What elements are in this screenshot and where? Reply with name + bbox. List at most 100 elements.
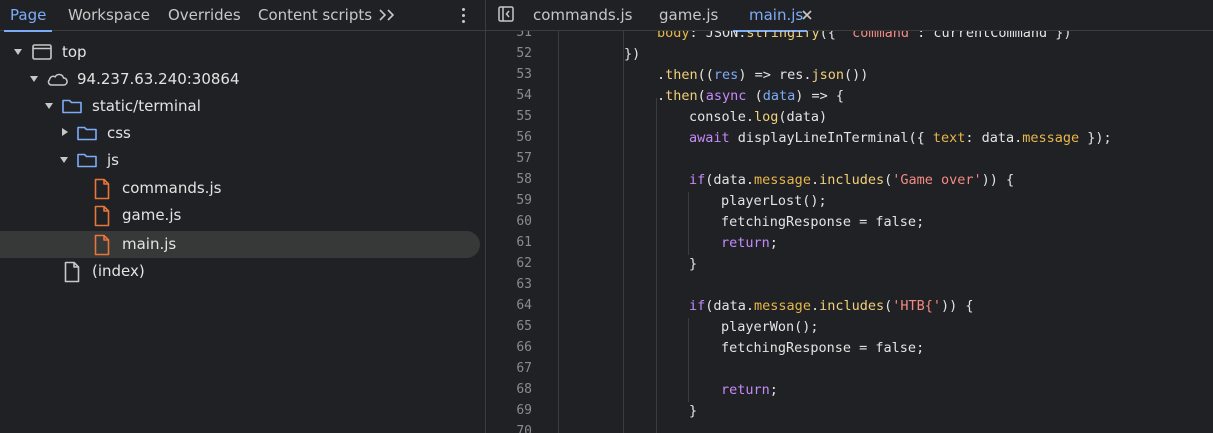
code-token: res: [713, 67, 739, 83]
line-number[interactable]: 62: [486, 256, 532, 271]
line-number[interactable]: 69: [486, 403, 532, 418]
code-token: includes: [819, 172, 885, 188]
editor-tab-commands-js[interactable]: commands.js: [533, 0, 632, 31]
tab-overrides[interactable]: Overrides: [168, 0, 241, 31]
code-token: fetchingResponse = false;: [721, 214, 925, 230]
code-token: });: [1079, 130, 1112, 146]
line-number[interactable]: 51: [486, 31, 532, 40]
code-token: : currentCommand }): [917, 31, 1072, 41]
line-number[interactable]: 64: [486, 298, 532, 313]
line-number[interactable]: 54: [486, 88, 532, 103]
tree-item-game-js[interactable]: game.js: [0, 202, 480, 229]
line-number[interactable]: 66: [486, 340, 532, 355]
source-editor-pane: commands.js game.js main.js 51 body: JSON…: [486, 0, 1213, 433]
collapse-arrow-icon[interactable]: [62, 128, 68, 136]
code-token: async: [705, 88, 747, 104]
code-token: includes: [819, 298, 885, 314]
code-token: : data.: [965, 130, 1023, 146]
code-token: (data.: [705, 298, 755, 314]
tree-item-main-js[interactable]: main.js: [0, 231, 480, 258]
tree-item-index[interactable]: (index): [0, 258, 480, 285]
code-token: }: [689, 403, 698, 419]
more-options-icon[interactable]: [455, 3, 473, 27]
code-line: fetchingResponse = false;: [721, 214, 924, 230]
code-line: if(data.message.includes('HTB{')) {: [689, 298, 974, 314]
code-editor[interactable]: 51 body: JSON.stringify({ 'command': curr…: [486, 31, 1213, 433]
code-token: text: [932, 130, 966, 146]
tree-item-label: css: [107, 124, 131, 142]
line-number[interactable]: 56: [486, 130, 532, 145]
code-token: (data): [778, 109, 828, 125]
tree-item-label: commands.js: [122, 179, 222, 197]
code-line: .then((res) => res.json()): [657, 67, 868, 83]
code-token: .: [657, 67, 666, 83]
code-line: await displayLineInTerminal({ text: data…: [689, 130, 1112, 146]
line-number[interactable]: 65: [486, 319, 532, 334]
code-token: .: [810, 172, 820, 188]
editor-tab-main-js[interactable]: main.js: [732, 0, 808, 32]
tab-page[interactable]: Page: [3, 0, 53, 32]
tab-content-scripts[interactable]: Content scripts: [258, 0, 372, 31]
line-number[interactable]: 53: [486, 67, 532, 82]
expand-arrow-icon[interactable]: [30, 76, 38, 82]
code-line: return;: [721, 235, 778, 251]
tree-item-css[interactable]: css: [0, 120, 480, 147]
code-token: body: [657, 31, 690, 41]
code-token: ({: [819, 31, 844, 41]
code-token: 'Game over': [892, 172, 982, 188]
expand-arrow-icon[interactable]: [45, 103, 53, 109]
code-token: if: [689, 172, 706, 188]
tree-item-top[interactable]: top: [0, 39, 480, 66]
expand-arrow-icon[interactable]: [14, 49, 22, 55]
indent-guide: [688, 318, 689, 402]
line-number[interactable]: 55: [486, 109, 532, 124]
code-token: return: [721, 382, 770, 398]
code-line: fetchingResponse = false;: [721, 340, 924, 356]
line-number[interactable]: 61: [486, 235, 532, 250]
code-token: message: [754, 172, 811, 188]
code-token: ;: [769, 382, 778, 398]
code-token: ()): [843, 67, 869, 83]
line-number[interactable]: 52: [486, 46, 532, 61]
line-number[interactable]: 58: [486, 172, 532, 187]
line-number[interactable]: 67: [486, 361, 532, 376]
tree-item-label: main.js: [122, 235, 177, 253]
code-token: )) {: [981, 172, 1015, 188]
toggle-navigator-icon[interactable]: [498, 6, 514, 22]
code-token: : JSON.: [689, 31, 747, 41]
tree-item-domain[interactable]: 94.237.63.240:30864: [0, 66, 480, 93]
tree-item-label: game.js: [122, 206, 182, 224]
line-number[interactable]: 63: [486, 277, 532, 292]
code-token: 'HTB{': [892, 298, 942, 314]
code-token: displayLineInTerminal({: [729, 130, 933, 146]
indent-guide: [688, 192, 689, 255]
line-number[interactable]: 68: [486, 382, 532, 397]
code-token: fetchingResponse = false;: [721, 340, 925, 356]
tree-item-commands-js[interactable]: commands.js: [0, 175, 480, 202]
tree-item-static-terminal[interactable]: static/terminal: [0, 93, 480, 120]
line-number[interactable]: 70: [486, 424, 532, 433]
line-number[interactable]: 57: [486, 151, 532, 166]
editor-tab-game-js[interactable]: game.js: [659, 0, 718, 31]
code-token: message: [1022, 130, 1080, 146]
code-token: 'command': [843, 31, 918, 41]
tab-workspace[interactable]: Workspace: [68, 0, 150, 31]
code-token: message: [754, 298, 811, 314]
code-line: return;: [721, 382, 778, 398]
code-token: then: [665, 88, 698, 104]
tree-item-js[interactable]: js: [0, 147, 480, 174]
code-line: if(data.message.includes('Game over')) {: [689, 172, 1014, 188]
code-token: playerWon();: [721, 319, 819, 335]
code-line: playerWon();: [721, 319, 819, 335]
more-tabs-chevron-icon[interactable]: [377, 3, 399, 27]
indent-guide: [623, 31, 624, 433]
expand-arrow-icon[interactable]: [60, 157, 68, 163]
code-token: stringify: [746, 31, 820, 41]
code-token: )) {: [941, 298, 974, 314]
code-token: ) => {: [795, 88, 844, 104]
close-tab-icon[interactable]: [801, 8, 813, 22]
code-token: .: [657, 88, 666, 104]
line-number[interactable]: 59: [486, 193, 532, 208]
indent-guide: [656, 98, 657, 433]
line-number[interactable]: 60: [486, 214, 532, 229]
